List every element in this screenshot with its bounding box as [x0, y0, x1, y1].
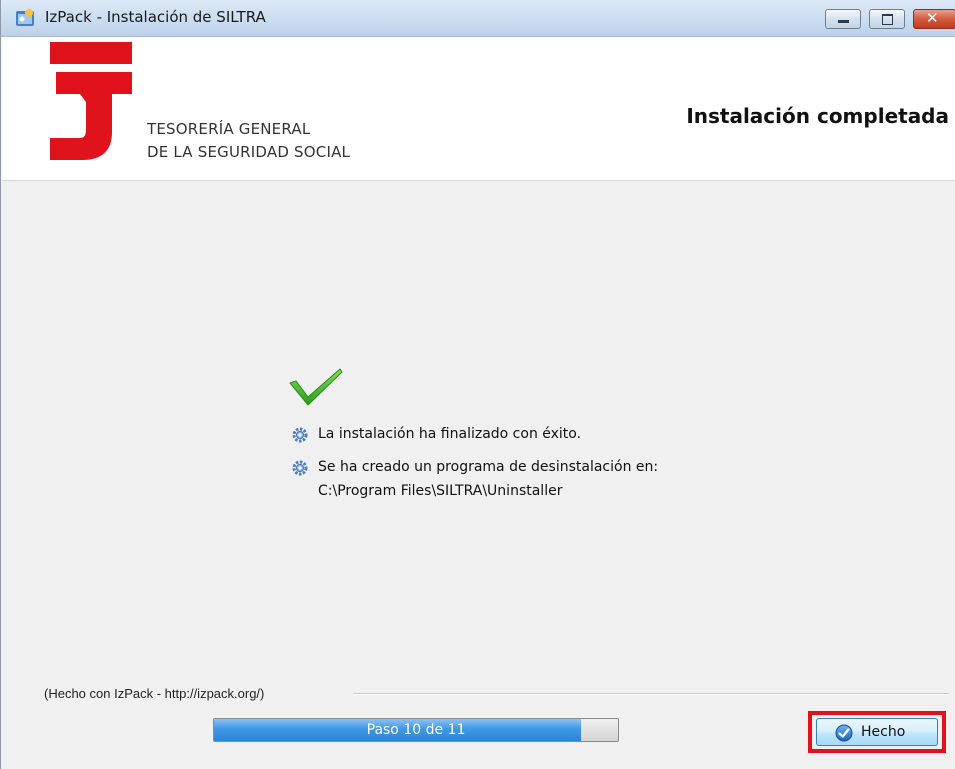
- maximize-button[interactable]: [869, 9, 905, 29]
- made-with-izpack-label: (Hecho con IzPack - http://izpack.org/): [44, 686, 265, 701]
- izpack-app-icon: [16, 9, 34, 26]
- org-name-line2: DE LA SEGURIDAD SOCIAL: [147, 143, 351, 161]
- gear-icon: [292, 460, 308, 476]
- success-message: La instalación ha finalizado con éxito.: [318, 426, 582, 442]
- page-title: Instalación completada: [686, 104, 949, 128]
- minimize-button[interactable]: [825, 9, 861, 29]
- progress-label: Paso 10 de 11: [366, 722, 466, 738]
- footer-divider: [353, 693, 949, 695]
- title-bar[interactable]: IzPack - Instalación de SILTRA ✕: [1, 0, 955, 37]
- installer-window: IzPack - Instalación de SILTRA ✕ TESORER…: [0, 0, 955, 769]
- check-circle-icon: [835, 724, 853, 742]
- close-icon: ✕: [926, 9, 939, 27]
- close-button[interactable]: ✕: [913, 9, 955, 29]
- tgss-logo: [50, 42, 132, 160]
- step-progress-bar: Paso 10 de 11: [213, 718, 619, 742]
- green-checkmark-icon: [289, 368, 343, 406]
- org-name-line1: TESORERÍA GENERAL: [147, 120, 311, 138]
- uninstaller-message: Se ha creado un programa de desinstalaci…: [318, 459, 659, 475]
- done-button-label: Hecho: [861, 724, 906, 740]
- minimize-icon: [838, 20, 849, 23]
- window-title: IzPack - Instalación de SILTRA: [45, 8, 266, 26]
- uninstaller-path: C:\Program Files\SILTRA\Uninstaller: [318, 483, 563, 499]
- gear-icon: [292, 427, 308, 443]
- maximize-icon: [882, 14, 893, 25]
- done-button[interactable]: Hecho: [816, 718, 938, 746]
